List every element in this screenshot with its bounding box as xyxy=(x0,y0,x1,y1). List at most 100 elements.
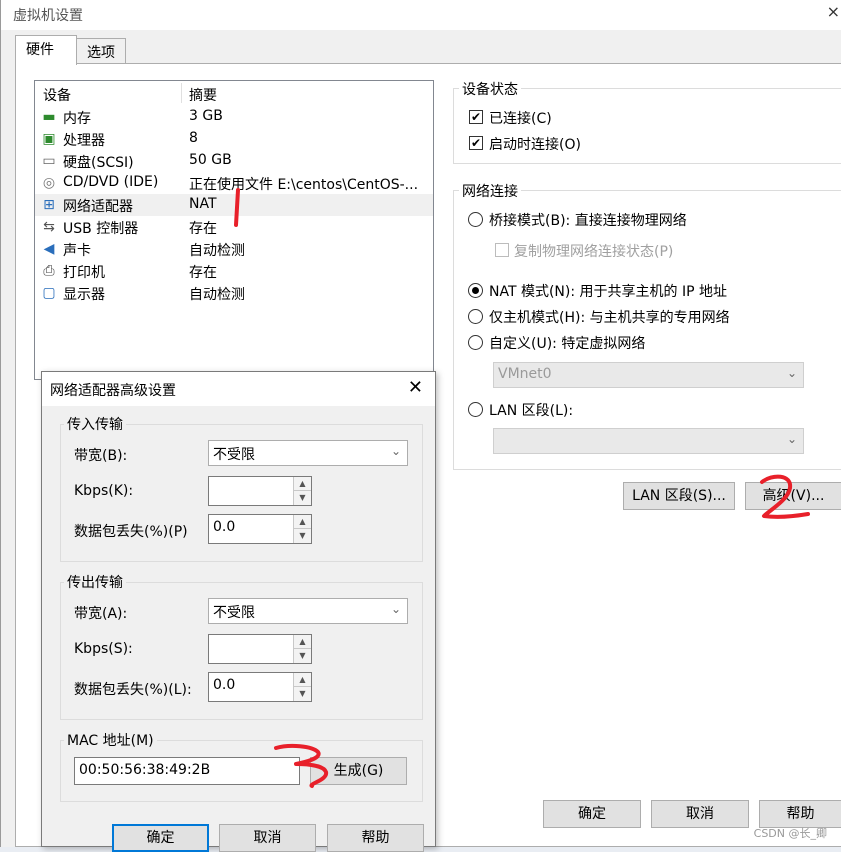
device-name: 硬盘(SCSI) xyxy=(63,155,134,171)
spin-down-icon[interactable]: ▼ xyxy=(294,529,311,543)
spin-up-icon[interactable]: ▲ xyxy=(294,673,311,687)
tab-options[interactable]: 选项 xyxy=(76,38,126,64)
spinner-buttons: ▲ ▼ xyxy=(293,477,311,505)
bridged-label[interactable]: 桥接模式(B): 直接连接物理网络 xyxy=(489,210,687,230)
host-only-label[interactable]: 仅主机模式(H): 与主机共享的专用网络 xyxy=(489,307,730,327)
device-row-network-adapter[interactable]: ⊞ 网络适配器 NAT xyxy=(35,194,433,216)
outgoing-transfer-label: 传出传输 xyxy=(64,572,126,592)
spinner-buttons: ▲ ▼ xyxy=(293,673,311,701)
custom-network-select[interactable]: VMnet0 ⌄ xyxy=(493,362,804,388)
outgoing-bandwidth-label: 带宽(A): xyxy=(74,606,128,622)
nat-radio[interactable] xyxy=(468,283,483,298)
device-summary: 8 xyxy=(189,130,198,146)
dialog-cancel-button[interactable]: 取消 xyxy=(219,824,316,852)
device-row-display[interactable]: ▢ 显示器 自动检测 xyxy=(35,282,433,304)
device-status-label: 设备状态 xyxy=(459,79,521,99)
title-bar: 虚拟机设置 × xyxy=(1,0,841,30)
cpu-icon: ▣ xyxy=(42,131,56,147)
lan-segment-radio[interactable] xyxy=(468,402,483,417)
device-row-usb[interactable]: ⇆ USB 控制器 存在 xyxy=(35,216,433,238)
bridged-radio[interactable] xyxy=(468,212,483,227)
lan-segment-label[interactable]: LAN 区段(L): xyxy=(489,400,573,420)
dialog-title: 网络适配器高级设置 xyxy=(50,383,176,399)
spin-down-icon[interactable]: ▼ xyxy=(294,649,311,663)
connected-checkbox[interactable]: ✔ xyxy=(469,110,483,124)
window-title: 虚拟机设置 xyxy=(13,8,83,24)
connect-at-power-on-checkbox[interactable]: ✔ xyxy=(469,136,483,150)
generate-mac-button[interactable]: 生成(G) xyxy=(310,757,407,785)
lan-segments-button[interactable]: LAN 区段(S)... xyxy=(623,482,735,510)
chevron-down-icon: ⌄ xyxy=(786,432,797,446)
usb-icon: ⇆ xyxy=(43,219,55,235)
cd-icon: ◎ xyxy=(42,175,56,191)
outgoing-loss-spinner[interactable]: 0.0 ▲ ▼ xyxy=(208,672,312,702)
outgoing-kbps-label: Kbps(S): xyxy=(74,641,133,657)
device-row-cd-dvd[interactable]: ◎ CD/DVD (IDE) 正在使用文件 E:\centos\CentOS-.… xyxy=(35,172,433,194)
printer-icon: ⎙ xyxy=(43,263,55,279)
ok-button[interactable]: 确定 xyxy=(543,800,641,828)
device-row-sound[interactable]: ◀ 声卡 自动检测 xyxy=(35,238,433,260)
spin-up-icon[interactable]: ▲ xyxy=(294,477,311,491)
nat-label[interactable]: NAT 模式(N): 用于共享主机的 IP 地址 xyxy=(489,281,727,301)
device-list[interactable]: 设备 摘要 ▬ 内存 3 GB ▣ 处理器 8 ▭ 硬盘(SCSI) 50 GB… xyxy=(34,80,434,380)
device-summary: 自动检测 xyxy=(189,243,245,259)
cancel-button[interactable]: 取消 xyxy=(651,800,749,828)
advanced-settings-dialog: 网络适配器高级设置 ✕ 传入传输 带宽(B): 不受限 ⌄ Kbps(K): ▲… xyxy=(41,371,436,852)
outgoing-loss-value: 0.0 xyxy=(213,677,236,693)
incoming-loss-spinner[interactable]: 0.0 ▲ ▼ xyxy=(208,514,312,544)
device-name: USB 控制器 xyxy=(63,221,139,237)
dialog-help-button[interactable]: 帮助 xyxy=(327,824,424,852)
incoming-bandwidth-label: 带宽(B): xyxy=(74,448,128,464)
custom-radio[interactable] xyxy=(468,335,483,350)
dialog-ok-button[interactable]: 确定 xyxy=(112,824,209,852)
device-row-hdd[interactable]: ▭ 硬盘(SCSI) 50 GB xyxy=(35,150,433,172)
replicate-state-label[interactable]: 复制物理网络连接状态(P) xyxy=(514,241,673,261)
device-name: 处理器 xyxy=(63,133,105,149)
device-summary: 正在使用文件 E:\centos\CentOS-... xyxy=(189,177,419,193)
incoming-transfer-label: 传入传输 xyxy=(64,414,126,434)
replicate-state-checkbox[interactable] xyxy=(495,243,509,257)
column-header-device[interactable]: 设备 xyxy=(43,85,71,105)
device-summary: 存在 xyxy=(189,265,217,281)
custom-label[interactable]: 自定义(U): 特定虚拟网络 xyxy=(489,333,645,353)
mac-address-field[interactable]: 00:50:56:38:49:2B xyxy=(74,757,300,785)
spin-down-icon[interactable]: ▼ xyxy=(294,687,311,701)
spinner-buttons: ▲ ▼ xyxy=(293,515,311,543)
spin-down-icon[interactable]: ▼ xyxy=(294,491,311,505)
device-row-printer[interactable]: ⎙ 打印机 存在 xyxy=(35,260,433,282)
device-name: 声卡 xyxy=(63,243,91,259)
tab-hardware[interactable]: 硬件 xyxy=(15,35,77,65)
incoming-kbps-spinner[interactable]: ▲ ▼ xyxy=(208,476,312,506)
close-icon[interactable]: × xyxy=(827,2,840,21)
device-summary: NAT xyxy=(189,196,217,212)
outgoing-kbps-spinner[interactable]: ▲ ▼ xyxy=(208,634,312,664)
device-row-memory[interactable]: ▬ 内存 3 GB xyxy=(35,106,433,128)
spin-up-icon[interactable]: ▲ xyxy=(294,515,311,529)
device-summary: 自动检测 xyxy=(189,287,245,303)
network-icon: ⊞ xyxy=(43,197,55,213)
device-name: 网络适配器 xyxy=(63,199,133,215)
help-button[interactable]: 帮助 xyxy=(759,800,841,828)
mac-address-value: 00:50:56:38:49:2B xyxy=(79,762,211,778)
host-only-radio[interactable] xyxy=(468,309,483,324)
outgoing-bandwidth-value: 不受限 xyxy=(213,605,255,621)
spin-up-icon[interactable]: ▲ xyxy=(294,635,311,649)
outgoing-bandwidth-select[interactable]: 不受限 ⌄ xyxy=(208,598,408,624)
mac-address-label: MAC 地址(M) xyxy=(64,730,157,750)
device-row-cpu[interactable]: ▣ 处理器 8 xyxy=(35,128,433,150)
device-summary: 3 GB xyxy=(189,108,223,124)
column-header-summary[interactable]: 摘要 xyxy=(189,85,217,105)
connect-at-power-on-label[interactable]: 启动时连接(O) xyxy=(489,134,581,154)
lan-segment-select[interactable]: ⌄ xyxy=(493,428,804,454)
incoming-loss-value: 0.0 xyxy=(213,519,236,535)
dialog-title-bar: 网络适配器高级设置 ✕ xyxy=(42,372,435,406)
device-name: CD/DVD (IDE) xyxy=(63,174,159,190)
device-summary: 50 GB xyxy=(189,152,232,168)
outgoing-loss-label: 数据包丢失(%)(L): xyxy=(74,682,192,698)
network-connection-label: 网络连接 xyxy=(459,181,521,201)
incoming-bandwidth-select[interactable]: 不受限 ⌄ xyxy=(208,440,408,466)
advanced-button[interactable]: 高级(V)... xyxy=(745,482,841,510)
device-name: 打印机 xyxy=(63,265,105,281)
dialog-close-icon[interactable]: ✕ xyxy=(408,377,423,398)
connected-label[interactable]: 已连接(C) xyxy=(489,108,552,128)
